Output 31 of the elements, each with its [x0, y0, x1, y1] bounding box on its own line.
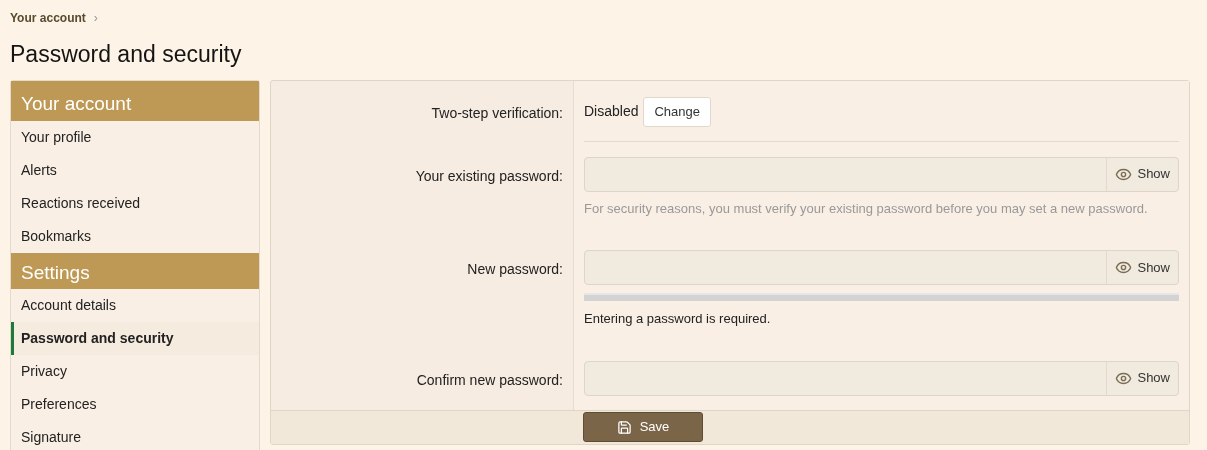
sidebar-item[interactable]: Alerts — [11, 153, 259, 187]
sidebar-item[interactable]: Bookmarks — [11, 219, 259, 253]
show-password-button[interactable]: Show — [1106, 157, 1178, 191]
sidebar-header: Settings — [11, 252, 259, 289]
sidebar-item[interactable]: Signature — [11, 420, 259, 450]
page-title: Password and security — [10, 40, 243, 69]
show-password-button[interactable]: Show — [1106, 251, 1178, 284]
sidebar-header: Your account — [11, 80, 259, 121]
save-button[interactable]: Save — [583, 412, 703, 442]
field-label: Your existing password: — [415, 167, 563, 184]
status-value: Disabled — [584, 102, 639, 121]
sidebar-item[interactable]: Preferences — [11, 387, 259, 421]
sidebar-item[interactable]: Reactions received — [11, 186, 259, 220]
sidebar-item[interactable]: Account details — [11, 288, 259, 322]
sidebar-item[interactable]: Privacy — [11, 354, 259, 388]
sidebar-item[interactable]: Your profile — [11, 120, 259, 154]
field-label: Confirm new password: — [416, 371, 563, 388]
change-button[interactable]: Change — [643, 96, 712, 127]
eye-icon — [1115, 259, 1133, 276]
field-label: New password: — [467, 261, 563, 277]
password-field[interactable]: Show — [584, 156, 1179, 192]
breadcrumb-separator: › — [93, 10, 98, 27]
password-field[interactable]: Show — [584, 360, 1179, 396]
sidebar-item[interactable]: Password and security — [11, 321, 259, 355]
breadcrumb-link[interactable]: Your account — [10, 9, 86, 27]
hint-text: For security reasons, you must verify your existing password before you may set a new password. — [584, 199, 1149, 218]
field-label: Two-step verification: — [431, 104, 563, 121]
requirement-message: Entering a password is required. — [584, 310, 772, 328]
show-password-button[interactable]: Show — [1106, 361, 1178, 395]
save-icon — [616, 419, 632, 435]
password-field[interactable]: Show — [584, 250, 1179, 285]
